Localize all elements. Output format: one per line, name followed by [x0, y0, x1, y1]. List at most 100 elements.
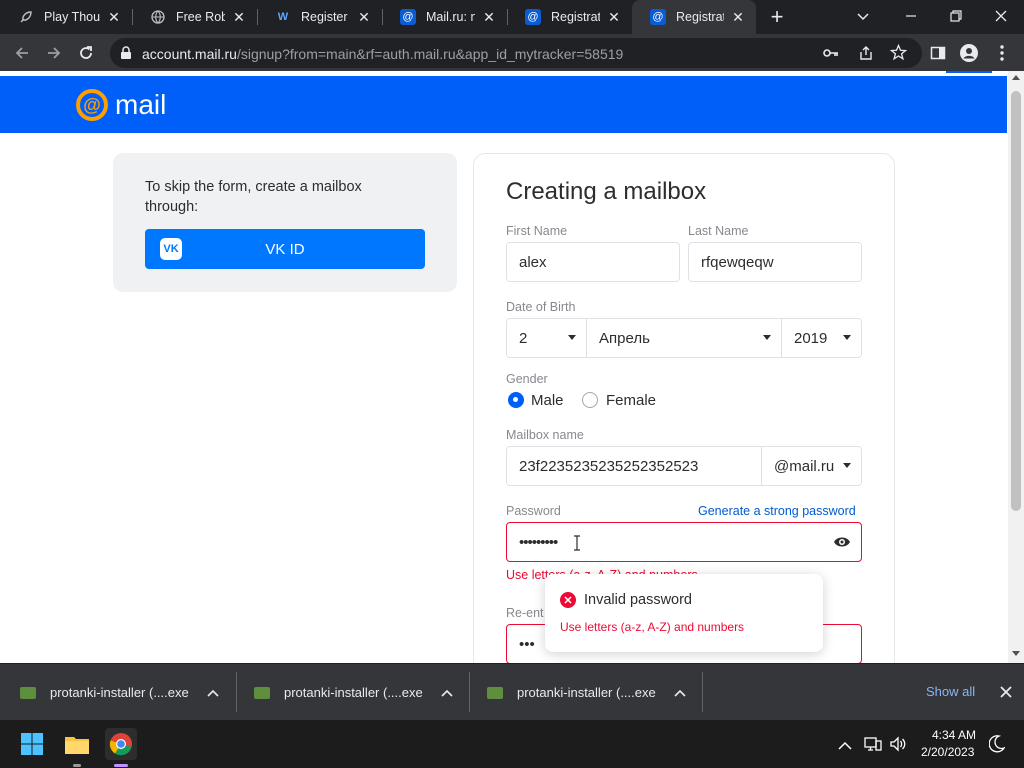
browser-toolbar: account.mail.ru/signup?from=main&rf=auth… — [0, 34, 1024, 71]
tab-title: Register | W — [301, 10, 350, 24]
rocket-icon — [18, 9, 34, 25]
close-tab-icon[interactable]: ✕ — [481, 9, 497, 25]
new-tab-button[interactable]: + — [764, 4, 790, 30]
tab-free-robux[interactable]: Free Robux ✕ — [132, 0, 257, 34]
address-bar[interactable]: account.mail.ru/signup?from=main&rf=auth… — [110, 38, 922, 68]
vk-id-button[interactable]: VK VK ID — [145, 229, 425, 269]
close-tab-icon[interactable]: ✕ — [730, 9, 746, 25]
tab-title: Registration — [676, 10, 724, 24]
chevron-up-icon[interactable] — [207, 686, 219, 700]
header-button-stub[interactable] — [946, 71, 992, 73]
last-name-field[interactable]: rfqewqeqw — [688, 242, 862, 282]
logo-at-icon: @ — [76, 89, 108, 121]
lock-icon[interactable] — [120, 46, 132, 65]
mailbox-name-field[interactable]: 23f2235235235252352523 — [506, 446, 762, 486]
dob-label: Date of Birth — [506, 300, 576, 314]
windows-start-icon[interactable] — [16, 728, 48, 760]
tab-registration-active[interactable]: @ Registration ✕ — [632, 0, 756, 34]
password-value: ••••••••• — [519, 533, 558, 551]
close-tab-icon[interactable]: ✕ — [356, 9, 372, 25]
tooltip-message: Use letters (a-z, A-Z) and numbers — [560, 620, 745, 634]
gender-male-radio[interactable] — [508, 392, 524, 408]
reenter-password-label: Re-ent — [506, 606, 544, 620]
w-logo-icon: W — [277, 11, 289, 23]
tab-title: Registration — [551, 10, 600, 24]
close-downloads-icon[interactable] — [999, 685, 1013, 704]
tab-search-icon[interactable] — [852, 5, 874, 27]
form-title: Creating a mailbox — [506, 178, 707, 205]
tab-mailru[interactable]: @ Mail.ru: novaya ✕ — [382, 0, 507, 34]
domain-select[interactable]: @mail.ru — [761, 446, 862, 486]
installer-package-icon — [254, 686, 270, 699]
tab-registration[interactable]: @ Registration ✕ — [507, 0, 632, 34]
close-tab-icon[interactable]: ✕ — [231, 9, 247, 25]
last-name-label: Last Name — [688, 224, 749, 238]
profile-avatar-icon[interactable] — [956, 40, 982, 66]
dob-day-select[interactable]: 2 — [506, 318, 587, 358]
download-item[interactable]: protanki-installer (....exe — [254, 664, 453, 721]
show-password-eye-icon[interactable] — [833, 535, 851, 553]
chevron-down-icon — [843, 463, 851, 468]
bookmark-star-icon[interactable] — [889, 43, 908, 66]
notification-moon-icon[interactable] — [988, 735, 1006, 758]
page-viewport: @ mail To skip the form, create a mailbo… — [0, 71, 1024, 663]
dob-month-value: Апрель — [599, 329, 650, 347]
close-tab-icon[interactable]: ✕ — [106, 9, 122, 25]
generate-password-link[interactable]: Generate a strong password — [698, 504, 856, 518]
tab-strip: Play Thousands ✕ Free Robux ✕ W Register… — [0, 0, 1024, 34]
mailru-at-icon: @ — [525, 9, 541, 25]
first-name-field[interactable]: alex — [506, 242, 680, 282]
download-filename: protanki-installer (....exe — [517, 685, 656, 700]
key-icon[interactable] — [823, 46, 839, 65]
menu-kebab-icon[interactable] — [989, 40, 1015, 66]
dob-year-select[interactable]: 2019 — [781, 318, 862, 358]
gender-male-label[interactable]: Male — [531, 392, 564, 409]
vk-signup-card: To skip the form, create a mailbox throu… — [113, 153, 457, 292]
tray-chevron-up-icon[interactable] — [838, 738, 852, 756]
gender-female-radio[interactable] — [582, 392, 598, 408]
network-icon[interactable] — [864, 736, 882, 757]
scroll-down-arrow-icon[interactable] — [1012, 651, 1020, 656]
clock-time[interactable]: 4:34 AM — [932, 728, 976, 742]
dob-day-value: 2 — [519, 329, 528, 347]
url-host: account.mail.ru — [142, 46, 237, 62]
chevron-down-icon — [843, 335, 851, 340]
close-tab-icon[interactable]: ✕ — [606, 9, 622, 25]
share-icon[interactable] — [858, 45, 874, 66]
gender-label: Gender — [506, 372, 548, 386]
volume-icon[interactable] — [889, 736, 907, 757]
side-panel-icon[interactable] — [925, 40, 951, 66]
reload-icon[interactable] — [73, 40, 99, 66]
chevron-up-icon[interactable] — [674, 686, 686, 700]
chrome-icon[interactable] — [105, 728, 137, 760]
password-field[interactable]: ••••••••• — [506, 522, 862, 562]
mailru-logo[interactable]: @ mail — [76, 89, 166, 121]
reenter-password-value: ••• — [519, 635, 535, 653]
download-item[interactable]: protanki-installer (....exe — [20, 664, 219, 721]
tab-play-thousands[interactable]: Play Thousands ✕ — [0, 0, 132, 34]
gender-female-label[interactable]: Female — [606, 392, 656, 409]
chevron-up-icon[interactable] — [441, 686, 453, 700]
dob-month-select[interactable]: Апрель — [586, 318, 782, 358]
scrollbar-thumb[interactable] — [1011, 91, 1021, 511]
restore-icon[interactable] — [945, 5, 967, 27]
file-explorer-icon[interactable] — [61, 728, 93, 760]
back-icon[interactable] — [9, 40, 35, 66]
tab-register-w[interactable]: W Register | W ✕ — [257, 0, 382, 34]
first-name-label: First Name — [506, 224, 568, 238]
dob-year-value: 2019 — [794, 329, 828, 347]
show-all-downloads-link[interactable]: Show all — [926, 684, 975, 699]
logo-text: mail — [115, 89, 167, 120]
installer-package-icon — [20, 686, 36, 699]
page-scrollbar[interactable] — [1008, 71, 1024, 663]
download-item[interactable]: protanki-installer (....exe — [487, 664, 686, 721]
chevron-down-icon — [568, 335, 576, 340]
forward-icon[interactable] — [41, 40, 67, 66]
minimize-icon[interactable] — [900, 5, 922, 27]
close-window-icon[interactable] — [990, 5, 1012, 27]
scroll-up-arrow-icon[interactable] — [1012, 75, 1020, 80]
text-cursor-icon — [573, 535, 581, 555]
clock-date[interactable]: 2/20/2023 — [921, 745, 974, 759]
mailru-at-icon: @ — [400, 9, 416, 25]
installer-package-icon — [487, 686, 503, 699]
